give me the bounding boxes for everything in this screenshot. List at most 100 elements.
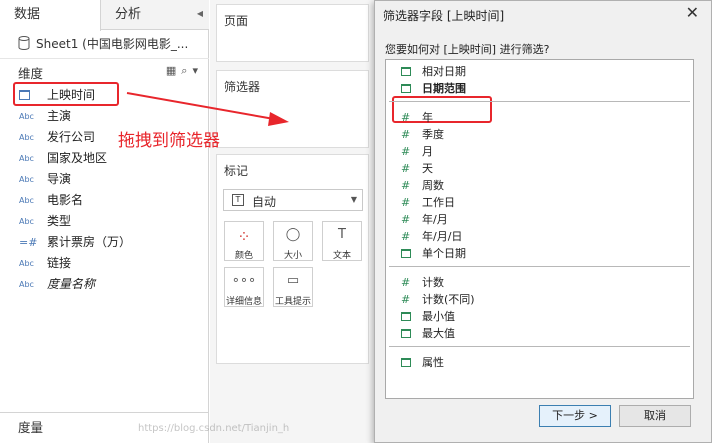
pane-tabs: 数据 分析 ◀ — [0, 0, 209, 31]
filter-option-label: 计数 — [422, 276, 444, 289]
dimension-label: 链接 — [47, 256, 72, 270]
dimension-item[interactable]: Abc 链接 — [0, 253, 209, 274]
calendar-icon — [401, 67, 411, 76]
filter-option[interactable]: # 季度 — [386, 126, 693, 143]
data-source[interactable]: Sheet1 (中国电影网电影_... — [0, 32, 209, 56]
filter-option[interactable]: 单个日期 — [386, 245, 693, 262]
filter-option[interactable]: # 年 — [386, 109, 693, 126]
filter-option-label: 属性 — [422, 356, 444, 369]
hash-icon: # — [401, 162, 411, 175]
mark-button[interactable]: ▭ 工具提示 — [273, 267, 313, 307]
hash-icon: # — [401, 196, 411, 209]
dimension-label: 导演 — [47, 172, 72, 186]
filter-option-label: 最小值 — [422, 310, 455, 323]
hash-icon: # — [401, 276, 411, 289]
mark-type-icon: T — [232, 194, 244, 206]
filter-option-label: 最大值 — [422, 327, 455, 340]
filter-option[interactable]: # 天 — [386, 160, 693, 177]
hash-icon: # — [401, 179, 411, 192]
mark-button[interactable]: ∘∘∘ 详细信息 — [224, 267, 264, 307]
string-type-icon: Abc — [19, 154, 34, 163]
grid-view-icon[interactable]: ▦ — [166, 64, 181, 77]
chevron-down-icon: ▼ — [350, 195, 357, 204]
close-icon[interactable]: ✕ — [686, 3, 699, 22]
mark-button-label: 文本 — [332, 251, 351, 261]
filter-option[interactable]: 属性 — [386, 354, 693, 371]
filter-option-label: 工作日 — [422, 196, 455, 209]
marks-card-title: 标记 — [224, 164, 249, 178]
size-icon: ◯ — [285, 227, 301, 242]
calendar-icon — [401, 312, 411, 321]
dimension-label: 类型 — [47, 214, 72, 228]
filter-option[interactable]: 相对日期 — [386, 63, 693, 80]
number-type-icon: =# — [19, 236, 38, 249]
dimension-item[interactable]: Abc 导演 — [0, 169, 209, 190]
detail-icon: ∘∘∘ — [231, 273, 257, 288]
dimension-item[interactable]: Abc 国家及地区 — [0, 148, 209, 169]
filter-field-dialog: 筛选器字段 [上映时间] ✕ 您要如何对 [上映时间] 进行筛选? 相对日期 日期… — [374, 0, 712, 443]
dimensions-tools: ▦⌕▾ — [166, 64, 203, 78]
filter-option[interactable]: 日期范围 — [386, 80, 693, 97]
string-type-icon: Abc — [19, 133, 34, 142]
next-button[interactable]: 下一步 > — [539, 405, 611, 427]
dimension-label: 累计票房（万） — [47, 235, 132, 249]
filters-shelf-title: 筛选器 — [224, 80, 261, 94]
option-group-divider — [389, 346, 690, 347]
filter-option-label: 相对日期 — [422, 65, 466, 78]
hash-icon: # — [401, 145, 411, 158]
mark-button[interactable]: ⁘ 颜色 — [224, 221, 264, 261]
filter-option[interactable]: 最大值 — [386, 325, 693, 342]
filter-option-label: 计数(不同) — [422, 293, 475, 306]
string-type-icon: Abc — [19, 175, 34, 184]
tab-data[interactable]: 数据 — [0, 0, 101, 31]
annotation-text: 拖拽到筛选器 — [118, 131, 220, 151]
dimension-label: 主演 — [47, 109, 72, 123]
dimension-item[interactable]: Abc 类型 — [0, 211, 209, 232]
text-icon: T — [338, 227, 346, 242]
filter-option[interactable]: # 计数 — [386, 274, 693, 291]
mark-button[interactable]: ◯ 大小 — [273, 221, 313, 261]
search-icon[interactable]: ⌕ — [181, 64, 192, 77]
dimension-label: 度量名称 — [47, 277, 96, 291]
filter-option-label: 年/月 — [422, 213, 448, 226]
dimension-label: 国家及地区 — [47, 151, 108, 165]
database-icon — [18, 36, 30, 50]
dimension-item[interactable]: Abc 度量名称 — [0, 274, 209, 295]
tab-analysis-label: 分析 — [115, 7, 142, 22]
string-type-icon: Abc — [19, 196, 34, 205]
filter-option[interactable]: # 周数 — [386, 177, 693, 194]
filter-option[interactable]: # 月 — [386, 143, 693, 160]
option-group-divider — [389, 266, 690, 267]
dimensions-title: 维度 — [18, 66, 44, 81]
collapse-arrow-icon[interactable]: ◀ — [197, 0, 203, 28]
menu-arrow-icon[interactable]: ▾ — [192, 64, 203, 77]
dimension-item[interactable]: Abc 电影名 — [0, 190, 209, 211]
dimension-item[interactable]: =# 累计票房（万） — [0, 232, 209, 253]
filter-option[interactable]: 最小值 — [386, 308, 693, 325]
dimension-item[interactable]: Abc 主演 — [0, 106, 209, 127]
mark-button-label: 大小 — [283, 251, 302, 261]
mark-type-select[interactable]: T 自动 ▼ — [223, 189, 363, 211]
filter-option[interactable]: # 年/月 — [386, 211, 693, 228]
tooltip-icon: ▭ — [286, 273, 300, 288]
calendar-icon — [401, 358, 411, 367]
mark-button[interactable]: T 文本 — [322, 221, 362, 261]
shelves-pane: 页面 筛选器 标记 T 自动 ▼ ⁘ 颜色 ◯ 大小 T 文本 ∘∘∘ 详细信息 ▭ 工具提示 — [210, 0, 375, 443]
filter-option[interactable]: # 工作日 — [386, 194, 693, 211]
string-type-icon: Abc — [19, 259, 34, 268]
hash-icon: # — [401, 230, 411, 243]
dialog-question: 您要如何对 [上映时间] 进行筛选? — [385, 43, 550, 56]
pages-shelf[interactable]: 页面 — [216, 4, 369, 62]
filter-option-label: 年/月/日 — [422, 230, 463, 243]
filters-shelf[interactable]: 筛选器 — [216, 70, 369, 148]
hash-icon: # — [401, 111, 411, 124]
marks-card: 标记 T 自动 ▼ ⁘ 颜色 ◯ 大小 T 文本 ∘∘∘ 详细信息 ▭ 工具提示 — [216, 154, 369, 364]
string-type-icon: Abc — [19, 217, 34, 226]
filter-option-label: 月 — [422, 145, 433, 158]
filter-option[interactable]: # 年/月/日 — [386, 228, 693, 245]
filter-option[interactable]: # 计数(不同) — [386, 291, 693, 308]
measures-divider — [0, 412, 209, 413]
tab-data-label: 数据 — [14, 7, 41, 22]
cancel-button[interactable]: 取消 — [619, 405, 691, 427]
tab-analysis[interactable]: 分析 ◀ — [101, 0, 209, 30]
